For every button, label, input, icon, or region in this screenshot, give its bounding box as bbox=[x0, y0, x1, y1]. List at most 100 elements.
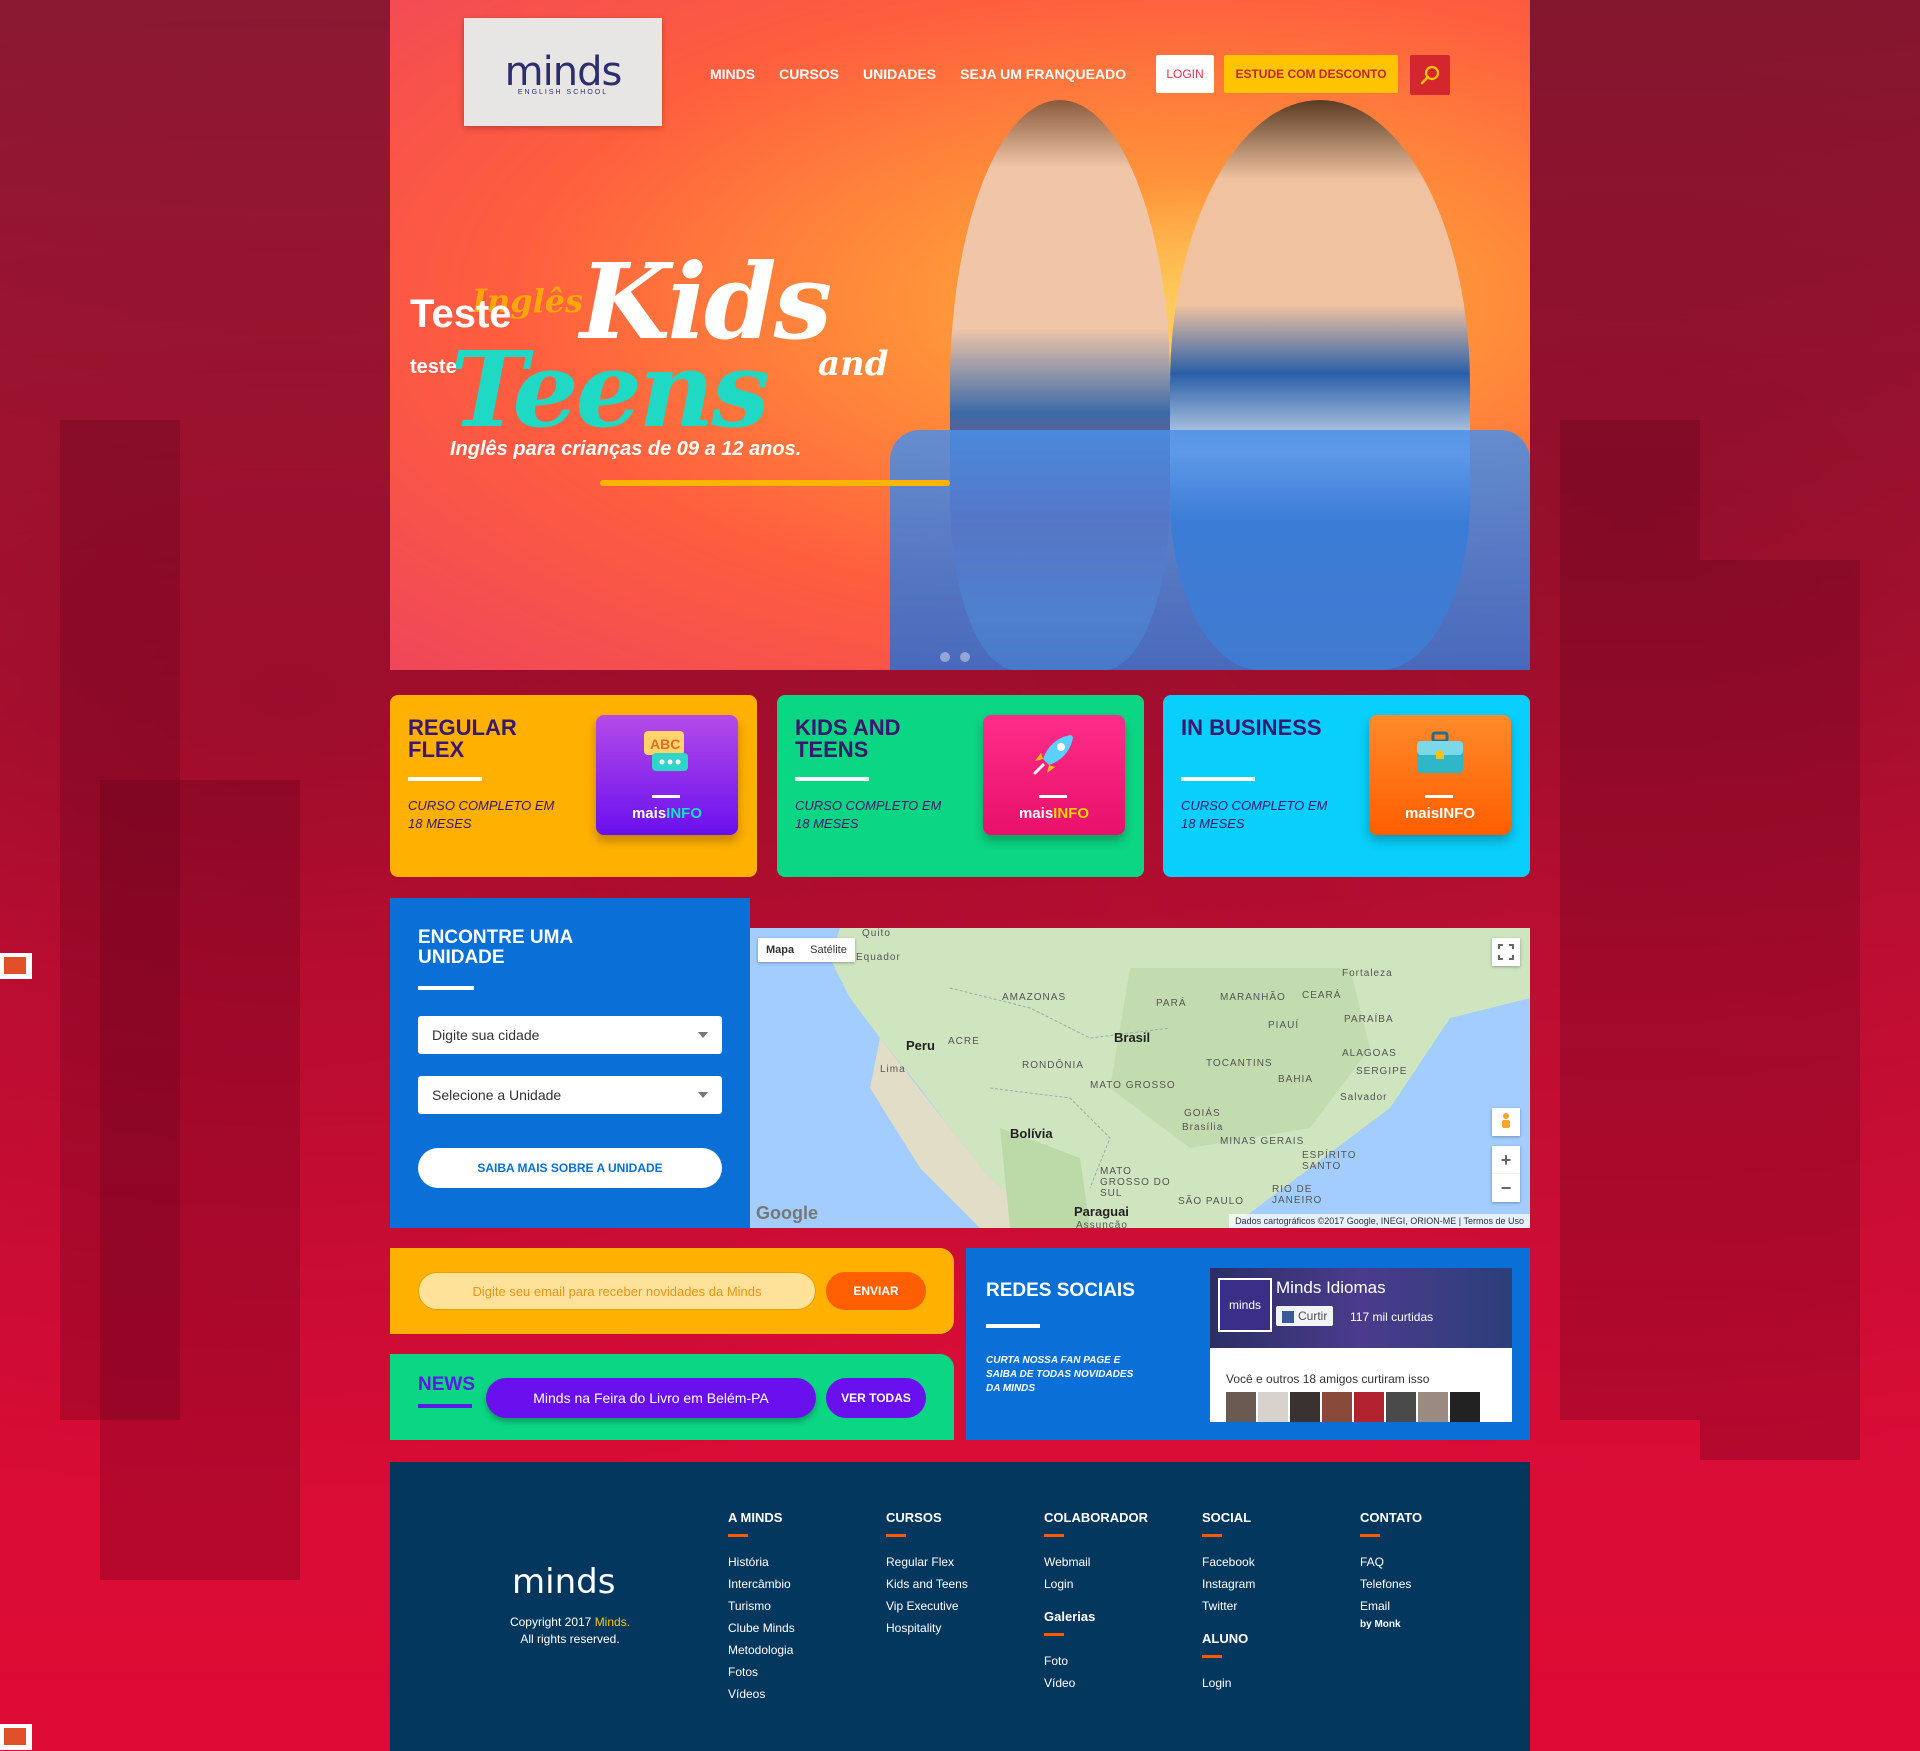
footer-link[interactable]: Hospitality bbox=[886, 1617, 968, 1639]
map-label: ACRE bbox=[948, 1036, 980, 1047]
footer-link[interactable]: Foto bbox=[1044, 1650, 1148, 1672]
footer-link[interactable]: Email bbox=[1360, 1595, 1422, 1617]
newsletter-email-input[interactable]: Digite seu email para receber novidades … bbox=[418, 1272, 816, 1310]
footer-link[interactable]: Vídeos bbox=[728, 1683, 795, 1705]
facebook-page-avatar[interactable]: minds bbox=[1218, 1278, 1272, 1332]
enviar-button[interactable]: ENVIAR bbox=[826, 1272, 926, 1310]
ver-todas-button[interactable]: VER TODAS bbox=[826, 1378, 926, 1418]
mais-info-dash bbox=[652, 795, 680, 798]
main-nav: MINDS CURSOS UNIDADES SEJA UM FRANQUEADO bbox=[710, 66, 1126, 82]
nav-item-unidades[interactable]: UNIDADES bbox=[863, 66, 936, 82]
zoom-in-button[interactable]: + bbox=[1492, 1146, 1520, 1174]
footer-link[interactable]: História bbox=[728, 1551, 795, 1573]
mais-info-button[interactable]: maisINFO bbox=[1369, 715, 1511, 835]
map-label: SERGIPE bbox=[1356, 1066, 1408, 1077]
zoom-out-button[interactable]: − bbox=[1492, 1174, 1520, 1202]
map-label: Assunção bbox=[1076, 1220, 1128, 1228]
course-title: KIDS AND TEENS bbox=[795, 715, 901, 762]
login-button[interactable]: LOGIN bbox=[1156, 55, 1214, 93]
avatar[interactable] bbox=[1418, 1392, 1448, 1422]
footer-col-divider bbox=[1044, 1633, 1064, 1636]
svg-text:ABC: ABC bbox=[650, 736, 680, 752]
slider-dots[interactable] bbox=[940, 652, 970, 662]
site-logo[interactable]: minds ENGLISH SCHOOL bbox=[464, 18, 662, 126]
footer-link[interactable]: Telefones bbox=[1360, 1573, 1422, 1595]
map-tab-satelite[interactable]: Satélite bbox=[802, 938, 855, 962]
avatar[interactable] bbox=[1354, 1392, 1384, 1422]
avatar[interactable] bbox=[1386, 1392, 1416, 1422]
mais-info-label: maisINFO bbox=[1018, 805, 1090, 822]
map-tab-mapa[interactable]: Mapa bbox=[758, 938, 802, 962]
city-select[interactable]: Digite sua cidade bbox=[418, 1016, 722, 1054]
chevron-down-icon bbox=[698, 1032, 708, 1038]
footer-link[interactable]: Fotos bbox=[728, 1661, 795, 1683]
unit-select[interactable]: Selecione a Unidade bbox=[418, 1076, 722, 1114]
footer-link[interactable]: Clube Minds bbox=[728, 1617, 795, 1639]
footer-col-divider bbox=[1202, 1534, 1222, 1537]
newsletter-panel: Digite seu email para receber novidades … bbox=[390, 1248, 954, 1334]
footer-link[interactable]: FAQ bbox=[1360, 1551, 1422, 1573]
footer-link[interactable]: Vídeo bbox=[1044, 1672, 1148, 1694]
mais-info-button[interactable]: maisINFO bbox=[983, 715, 1125, 835]
desconto-button[interactable]: ESTUDE COM DESCONTO bbox=[1224, 55, 1398, 93]
map-label: ESPÍRITO SANTO bbox=[1302, 1150, 1357, 1172]
slider-dot[interactable] bbox=[940, 652, 950, 662]
footer-link[interactable]: Vip Executive bbox=[886, 1595, 968, 1617]
social-divider bbox=[986, 1324, 1040, 1328]
footer-link[interactable]: Facebook bbox=[1202, 1551, 1255, 1573]
map-label: GOIÁS bbox=[1184, 1108, 1221, 1119]
avatar[interactable] bbox=[1258, 1392, 1288, 1422]
facebook-like-button[interactable]: Curtir bbox=[1276, 1306, 1334, 1326]
facebook-page-name[interactable]: Minds Idiomas bbox=[1276, 1278, 1386, 1298]
avatar[interactable] bbox=[1290, 1392, 1320, 1422]
find-unit-divider bbox=[418, 986, 474, 990]
facebook-icon bbox=[1282, 1310, 1294, 1323]
footer-link[interactable]: Metodologia bbox=[728, 1639, 795, 1661]
saiba-mais-button[interactable]: SAIBA MAIS SOBRE A UNIDADE bbox=[418, 1148, 722, 1188]
footer-link[interactable]: Login bbox=[1044, 1573, 1148, 1595]
footer-link[interactable]: Login bbox=[1202, 1672, 1255, 1694]
slider-dot[interactable] bbox=[960, 652, 970, 662]
footer-col-divider bbox=[1044, 1534, 1064, 1537]
facebook-page-widget[interactable]: minds Minds Idiomas Curtir 117 mil curti… bbox=[1210, 1268, 1512, 1422]
background-building bbox=[100, 780, 300, 1580]
side-widget-icon[interactable] bbox=[0, 953, 32, 979]
footer-col-divider bbox=[1202, 1655, 1222, 1658]
footer-link[interactable]: Instagram bbox=[1202, 1573, 1255, 1595]
news-item-link[interactable]: Minds na Feira do Livro em Belém-PA bbox=[486, 1378, 816, 1418]
footer-link[interactable]: Intercâmbio bbox=[728, 1573, 795, 1595]
avatar[interactable] bbox=[1226, 1392, 1256, 1422]
unit-map[interactable]: Mapa Satélite Quito Equador Fortaleza AM… bbox=[750, 928, 1530, 1228]
side-widget-icon[interactable] bbox=[0, 1724, 32, 1750]
footer-link[interactable]: Twitter bbox=[1202, 1595, 1255, 1617]
footer-credit[interactable]: by Monk bbox=[1360, 1617, 1422, 1633]
footer-col-contato: CONTATO FAQ Telefones Email by Monk bbox=[1360, 1510, 1422, 1633]
news-title: NEWS bbox=[418, 1374, 475, 1395]
footer-logo[interactable]: minds bbox=[512, 1562, 615, 1602]
mais-info-button[interactable]: ABC maisINFO bbox=[596, 715, 738, 835]
social-panel: REDES SOCIAIS CURTA NOSSA FAN PAGE E SAI… bbox=[966, 1248, 1530, 1440]
nav-item-franqueado[interactable]: SEJA UM FRANQUEADO bbox=[960, 66, 1126, 82]
avatar[interactable] bbox=[1322, 1392, 1352, 1422]
map-terms-link[interactable]: Termos de Uso bbox=[1463, 1216, 1524, 1226]
nav-item-minds[interactable]: MINDS bbox=[710, 66, 755, 82]
mais-info-dash bbox=[1425, 795, 1453, 798]
map-label: PARAÍBA bbox=[1344, 1014, 1394, 1025]
footer-link[interactable]: Kids and Teens bbox=[886, 1573, 968, 1595]
course-card-regular-flex[interactable]: REGULAR FLEX CURSO COMPLETO EM 18 MESES … bbox=[390, 695, 757, 877]
search-button[interactable] bbox=[1410, 55, 1450, 95]
footer-link[interactable]: Webmail bbox=[1044, 1551, 1148, 1573]
fullscreen-icon bbox=[1498, 944, 1514, 960]
mais-info-label: maisINFO bbox=[631, 805, 703, 822]
nav-item-cursos[interactable]: CURSOS bbox=[779, 66, 839, 82]
pegman-button[interactable] bbox=[1492, 1108, 1520, 1136]
avatar[interactable] bbox=[1450, 1392, 1480, 1422]
footer-link[interactable]: Turismo bbox=[728, 1595, 795, 1617]
footer-link[interactable]: Regular Flex bbox=[886, 1551, 968, 1573]
course-card-in-business[interactable]: IN BUSINESS CURSO COMPLETO EM 18 MESES m… bbox=[1163, 695, 1530, 877]
footer-copyright: Copyright 2017 Minds. All rights reserved… bbox=[509, 1615, 631, 1646]
footer-col-social: SOCIAL Facebook Instagram Twitter ALUNO … bbox=[1202, 1510, 1255, 1694]
hero-banner[interactable]: minds ENGLISH SCHOOL MINDS CURSOS UNIDAD… bbox=[390, 0, 1530, 670]
course-card-kids-teens[interactable]: KIDS AND TEENS CURSO COMPLETO EM 18 MESE… bbox=[777, 695, 1144, 877]
fullscreen-button[interactable] bbox=[1492, 938, 1520, 966]
